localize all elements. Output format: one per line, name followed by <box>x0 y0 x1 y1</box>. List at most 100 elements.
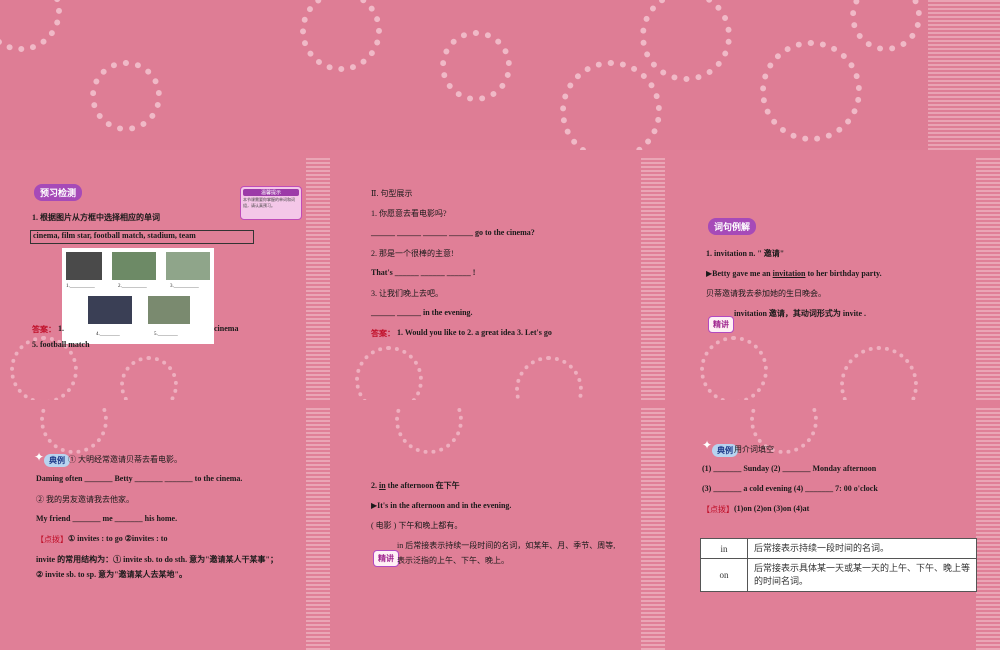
slide-edge <box>976 156 1000 400</box>
preview-badge: 预习检测 <box>34 184 83 201</box>
example-translation: 贝蒂邀请我去参加她的生日晚会。 <box>706 289 826 298</box>
preposition-table: in 后常接表示持续一段时间的名词。 on 后常接表示具体某一天或某一天的上午、… <box>700 538 977 592</box>
decor-ring <box>515 356 583 400</box>
decor-ring <box>0 0 62 52</box>
word-entry: 2. in the afternoon 在下午 <box>371 480 460 491</box>
football-match-photo <box>148 296 190 324</box>
table-row: in 后常接表示持续一段时间的名词。 <box>700 538 977 559</box>
example-underlined: invitation <box>772 269 806 278</box>
explain-text: invitation 邀请，其动词形式为 invite . <box>734 309 867 318</box>
example-post: to her birthday party. <box>805 269 882 278</box>
q2-zh: 2. 那是一个很棒的主意! <box>371 249 454 258</box>
photo-grid: 1.__________ 2.__________ 3.__________ 4… <box>62 248 214 344</box>
line-1: ① 大明经常邀请贝蒂去看电影。 <box>68 455 182 464</box>
explain-tag: 精讲 <box>708 316 734 333</box>
table-value: 后常接表示持续一段时间的名词。 <box>747 538 977 559</box>
q3-en: ______ ______ in the evening. <box>371 308 473 317</box>
line-6: invite 的常用结构为：① invite sb. to do sth. 意为… <box>36 555 279 564</box>
line-7: ② invite sb. to sp. 意为"邀请某人去某地"。 <box>36 570 187 579</box>
slide-2[interactable]: Ⅱ. 句型展示 1. 你愿意去看电影吗? ______ ______ _____… <box>335 156 665 400</box>
example-pre: ▶Betty gave me an <box>706 269 773 278</box>
question-1: 1. 根据图片从方框中选择相应的单词 <box>32 213 160 222</box>
decor-ring <box>90 60 162 132</box>
example-sentence: ▶It's in the afternoon and in the evenin… <box>371 501 512 510</box>
explain-line-1: in 后常接表示持续一段时间的名词，如某年、月、季节、周等, <box>397 541 616 550</box>
tip-note-text: 本节课需要你掌握的单词和词组，请认真预习。 <box>243 197 295 208</box>
line-1: 用介词填空 <box>734 445 774 454</box>
entry-post: the afternoon 在下午 <box>385 481 460 490</box>
example-explain-badge: 词句例解 <box>708 218 757 235</box>
answer-label: 答案： <box>32 325 56 334</box>
decor-ring <box>120 356 178 400</box>
banner-stripe <box>928 0 1000 150</box>
cinema-photo <box>88 296 132 324</box>
table-key: on <box>700 558 748 592</box>
example-badge: 典例 <box>44 454 70 467</box>
decor-ring <box>355 346 423 400</box>
explain-line-2: 表示泛指的上午、下午、晚上。 <box>397 556 509 565</box>
tip-note: 温馨提示 本节课需要你掌握的单词和词组，请认真预习。 <box>240 186 302 220</box>
star-icon: ✦ <box>702 438 713 452</box>
slide-edge <box>641 406 665 650</box>
answer-prefix: 1. <box>58 324 64 333</box>
table-row: on 后常接表示具体某一天或某一天的上午、下午、晚上等的时间名词。 <box>700 558 977 592</box>
decor-ring <box>560 60 662 150</box>
slide-edge <box>641 156 665 400</box>
q1-en: ______ ______ ______ ______ go to the ci… <box>371 228 535 237</box>
example-sentence: ▶Betty gave me an invitation to her birt… <box>706 268 882 278</box>
entry-underlined: in <box>379 481 386 490</box>
slide-1[interactable]: 预习检测 温馨提示 本节课需要你掌握的单词和词组，请认真预习。 1. 根据图片从… <box>0 156 330 400</box>
slide-edge <box>306 156 330 400</box>
decor-ring <box>440 30 512 102</box>
star-icon: ✦ <box>34 450 45 464</box>
example-translation: ( 电影 ) 下午和晚上都有。 <box>371 521 463 530</box>
line-3: (3) _______ a cold evening (4) _______ 7… <box>702 484 878 493</box>
answer-label: 答案： <box>371 329 395 338</box>
slide-edge <box>306 406 330 650</box>
decor-ring <box>700 336 768 400</box>
decor-ring <box>640 0 732 82</box>
photo-label-5: 5.________ <box>154 332 178 337</box>
table-value: 后常接表示具体某一天或某一天的上午、下午、晚上等的时间名词。 <box>747 558 977 592</box>
dianbo-label: 【点拨】 <box>702 505 734 514</box>
film-star-photo <box>66 252 102 280</box>
slide-3[interactable]: 词句例解 1. invitation n. " 邀请" ▶Betty gave … <box>670 156 1000 400</box>
tip-note-title: 温馨提示 <box>243 189 299 196</box>
q3-zh: 3. 让我们晚上去吧。 <box>371 289 443 298</box>
decor-ring <box>850 0 922 52</box>
decor-ring <box>395 406 463 454</box>
answer-text: 1. Would you like to 2. a great idea 3. … <box>397 328 552 337</box>
team-photo <box>112 252 156 280</box>
slide-edge <box>976 406 1000 650</box>
photo-label-3: 3.__________ <box>170 284 199 289</box>
explain-tag: 精讲 <box>373 550 399 567</box>
word-entry: 1. invitation n. " 邀请" <box>706 249 785 258</box>
line-4: My friend _______ me _______ his home. <box>36 514 178 523</box>
decor-ring <box>40 406 108 454</box>
line-4: (1)on (2)on (3)on (4)at <box>734 504 810 513</box>
line-2: (1) _______ Sunday (2) _______ Monday af… <box>702 464 877 473</box>
dianbo-label: 【点拨】 <box>36 535 68 544</box>
decor-ring <box>300 0 382 72</box>
photo-label-4: 4.________ <box>96 332 120 337</box>
photo-label-2: 2.__________ <box>118 284 147 289</box>
decor-ring <box>840 346 918 400</box>
q1-zh: 1. 你愿意去看电影吗? <box>371 209 447 218</box>
answer-line-2: 5. football match <box>32 340 90 349</box>
line-2: Daming often _______ Betty _______ _____… <box>36 474 243 483</box>
section-heading: Ⅱ. 句型展示 <box>371 189 413 198</box>
top-banner <box>0 0 1000 150</box>
slide-4[interactable]: ✦ 典例 ① 大明经常邀请贝蒂去看电影。 Daming often ______… <box>0 406 330 650</box>
q2-en: That's ______ ______ ______ ! <box>371 268 476 277</box>
photo-label-1: 1.__________ <box>66 284 95 289</box>
word-box: cinema, film star, football match, stadi… <box>30 230 254 244</box>
line-5: ① invites : to go ②invites : to <box>68 534 168 543</box>
line-3: ② 我的男友邀请我去他家。 <box>36 495 134 504</box>
stadium-photo <box>166 252 210 280</box>
slide-6[interactable]: ✦ 典例 用介词填空 (1) _______ Sunday (2) ______… <box>670 406 1000 650</box>
decor-ring <box>760 40 862 142</box>
slide-5[interactable]: 2. in the afternoon 在下午 ▶It's in the aft… <box>335 406 665 650</box>
answer-tail: cinema <box>214 324 239 333</box>
entry-pre: 2. <box>371 481 379 490</box>
table-key: in <box>700 538 748 559</box>
